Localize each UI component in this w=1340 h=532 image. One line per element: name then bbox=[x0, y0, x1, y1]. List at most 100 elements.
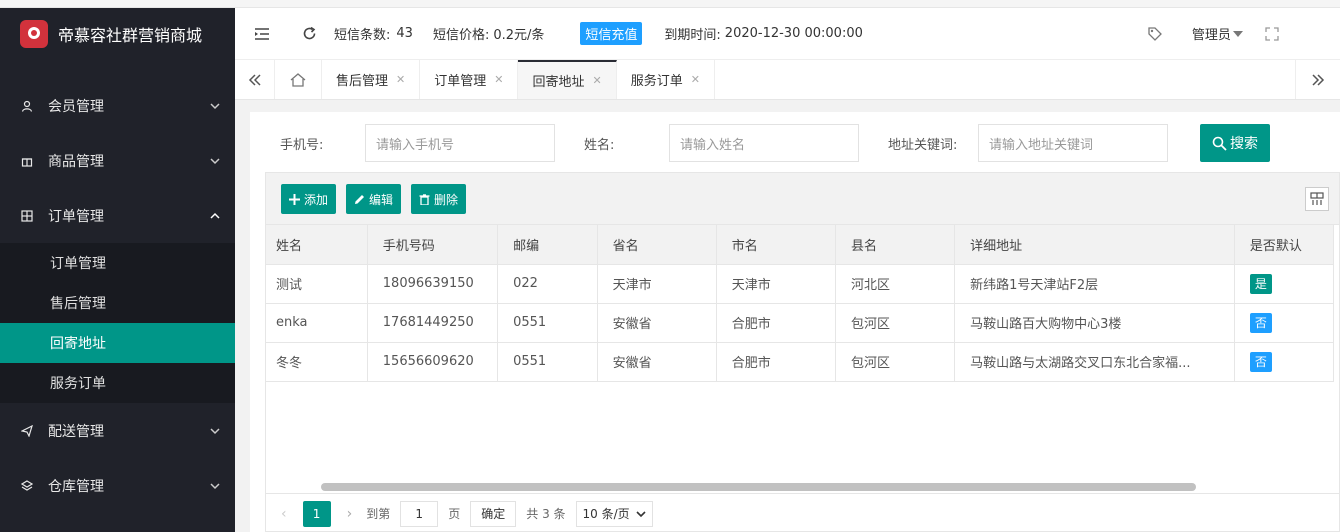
sidebar-item-label: 会员管理 bbox=[48, 98, 104, 115]
submenu-item-orders[interactable]: 订单管理 bbox=[0, 243, 235, 283]
sidebar-item-products[interactable]: 商品管理 bbox=[0, 133, 235, 188]
chevron-down-icon bbox=[210, 157, 220, 164]
logo-icon bbox=[20, 20, 48, 48]
admin-menu[interactable]: 管理员 bbox=[1192, 24, 1243, 43]
search-button[interactable]: 搜索 bbox=[1200, 124, 1270, 162]
goto-confirm-button[interactable]: 确定 bbox=[470, 500, 517, 527]
tab-label: 售后管理 bbox=[336, 74, 389, 89]
address-keyword-label: 地址关键词: bbox=[888, 138, 958, 153]
column-header-city[interactable]: 市名 bbox=[716, 225, 836, 265]
prev-page-icon[interactable]: ‹ bbox=[281, 506, 287, 522]
tab-label: 服务订单 bbox=[630, 74, 683, 89]
column-toggle-button[interactable] bbox=[1305, 187, 1329, 211]
cell-name: enka bbox=[266, 303, 368, 343]
phone-input[interactable]: 请输入手机号 bbox=[365, 124, 555, 162]
search-icon bbox=[1212, 136, 1227, 151]
default-badge: 否 bbox=[1249, 312, 1272, 333]
tab-return-address[interactable]: 回寄地址 ✕ bbox=[518, 60, 617, 99]
phone-label: 手机号: bbox=[280, 138, 324, 153]
refresh-icon[interactable] bbox=[299, 24, 319, 44]
submenu-item-service-orders[interactable]: 服务订单 bbox=[0, 363, 235, 403]
column-header-province[interactable]: 省名 bbox=[597, 225, 717, 265]
sms-recharge-button[interactable]: 短信充值 bbox=[580, 22, 643, 45]
cell-zip: 022 bbox=[497, 264, 598, 304]
chevron-down-icon bbox=[210, 102, 220, 109]
sms-price-value: 0.2元/条 bbox=[493, 28, 545, 43]
tabs-scroll-right-icon[interactable] bbox=[1295, 60, 1340, 99]
sidebar-item-warehouse[interactable]: 仓库管理 bbox=[0, 458, 235, 513]
column-header-default[interactable]: 是否默认 bbox=[1234, 225, 1335, 265]
page-size-select[interactable]: 10 条/页 bbox=[575, 500, 653, 527]
search-form: 手机号: 请输入手机号 姓名: 请输入姓名 地址关键词: 请输入地址关键词 搜索 bbox=[250, 112, 1340, 172]
expire-value: 2020-12-30 00:00:00 bbox=[724, 26, 863, 41]
submenu-item-after-sales[interactable]: 售后管理 bbox=[0, 283, 235, 323]
goto-label: 到第 bbox=[366, 507, 391, 521]
sidebar-item-label: 订单管理 bbox=[48, 208, 104, 225]
cell-phone: 15656609620 bbox=[367, 342, 499, 382]
cell-county: 河北区 bbox=[835, 264, 956, 304]
cell-phone: 17681449250 bbox=[367, 303, 499, 343]
delete-button-label: 删除 bbox=[434, 192, 459, 207]
layers-icon bbox=[20, 479, 34, 493]
tabs-scroll-left-icon[interactable] bbox=[235, 60, 275, 99]
trash-icon bbox=[419, 193, 430, 205]
table-row[interactable]: 测试 18096639150 022 天津市 天津市 河北区 新纬路1号天津站F… bbox=[266, 264, 1335, 304]
column-header-phone[interactable]: 手机号码 bbox=[367, 225, 499, 265]
columns-icon bbox=[1310, 192, 1324, 205]
total-count: 共 3 条 bbox=[526, 507, 566, 521]
close-icon[interactable]: ✕ bbox=[592, 74, 601, 87]
column-header-county[interactable]: 县名 bbox=[835, 225, 956, 265]
sidebar-item-label: 配送管理 bbox=[48, 423, 104, 440]
sidebar-item-members[interactable]: 会员管理 bbox=[0, 78, 235, 133]
submenu-item-return-address[interactable]: 回寄地址 bbox=[0, 323, 235, 363]
chevron-down-icon bbox=[210, 482, 220, 489]
cell-phone: 18096639150 bbox=[367, 264, 499, 304]
pencil-icon bbox=[355, 194, 364, 204]
tab-service-orders[interactable]: 服务订单 ✕ bbox=[617, 60, 715, 99]
cell-province: 安徽省 bbox=[597, 342, 717, 382]
default-badge: 是 bbox=[1249, 273, 1272, 294]
column-header-zip[interactable]: 邮编 bbox=[497, 225, 598, 265]
tab-label: 回寄地址 bbox=[532, 75, 585, 90]
close-icon[interactable]: ✕ bbox=[494, 73, 503, 86]
close-icon[interactable]: ✕ bbox=[396, 73, 405, 86]
table-header-row: 姓名 手机号码 邮编 省名 市名 县名 详细地址 是否默认 bbox=[266, 225, 1335, 265]
delete-button[interactable]: 删除 bbox=[411, 184, 467, 214]
tab-home[interactable] bbox=[275, 60, 322, 99]
sidebar-item-delivery[interactable]: 配送管理 bbox=[0, 403, 235, 458]
fullscreen-icon[interactable] bbox=[1262, 24, 1282, 44]
tab-after-sales[interactable]: 售后管理 ✕ bbox=[322, 60, 421, 99]
sidebar-item-orders[interactable]: 订单管理 bbox=[0, 188, 235, 243]
cell-default: 否 bbox=[1234, 342, 1335, 382]
tag-icon[interactable] bbox=[1145, 24, 1165, 44]
cell-name: 冬冬 bbox=[266, 342, 368, 382]
table-row[interactable]: 冬冬 15656609620 0551 安徽省 合肥市 包河区 马鞍山路与太湖路… bbox=[266, 342, 1335, 382]
cell-city: 合肥市 bbox=[716, 342, 836, 382]
edit-button[interactable]: 编辑 bbox=[346, 184, 402, 214]
horizontal-scrollbar[interactable] bbox=[321, 483, 1196, 491]
column-header-name[interactable]: 姓名 bbox=[266, 225, 368, 265]
address-table: 姓名 手机号码 邮编 省名 市名 县名 详细地址 是否默认 测试 1809663… bbox=[266, 225, 1335, 382]
goto-page-input[interactable]: 1 bbox=[400, 500, 439, 527]
app-logo[interactable]: 帝慕容社群营销商城 bbox=[0, 8, 235, 60]
cell-county: 包河区 bbox=[835, 303, 956, 343]
column-header-address[interactable]: 详细地址 bbox=[954, 225, 1235, 265]
data-grid: 添加 编辑 删除 姓名 手机号码 邮编 省名 市名 县名 详细地址 是否默认 测… bbox=[265, 172, 1340, 532]
table-row[interactable]: enka 17681449250 0551 安徽省 合肥市 包河区 马鞍山路百大… bbox=[266, 303, 1335, 343]
page-size-value: 10 条/页 bbox=[582, 507, 630, 521]
user-icon bbox=[20, 99, 34, 113]
page-1-button[interactable]: 1 bbox=[302, 500, 331, 527]
page-unit-label: 页 bbox=[448, 507, 461, 521]
tab-orders[interactable]: 订单管理 ✕ bbox=[420, 60, 519, 99]
table-toolbar: 添加 编辑 删除 bbox=[266, 173, 1339, 225]
add-button[interactable]: 添加 bbox=[281, 184, 337, 214]
address-keyword-input[interactable]: 请输入地址关键词 bbox=[978, 124, 1168, 162]
sidebar-item-label: 商品管理 bbox=[48, 153, 104, 170]
sms-price-label: 短信价格: bbox=[432, 28, 490, 43]
name-input[interactable]: 请输入姓名 bbox=[669, 124, 859, 162]
next-page-icon[interactable]: › bbox=[347, 506, 353, 522]
menu-toggle-icon[interactable] bbox=[252, 24, 272, 44]
close-icon[interactable]: ✕ bbox=[691, 73, 700, 86]
tab-label: 订单管理 bbox=[434, 74, 487, 89]
app-title: 帝慕容社群营销商城 bbox=[58, 26, 203, 45]
